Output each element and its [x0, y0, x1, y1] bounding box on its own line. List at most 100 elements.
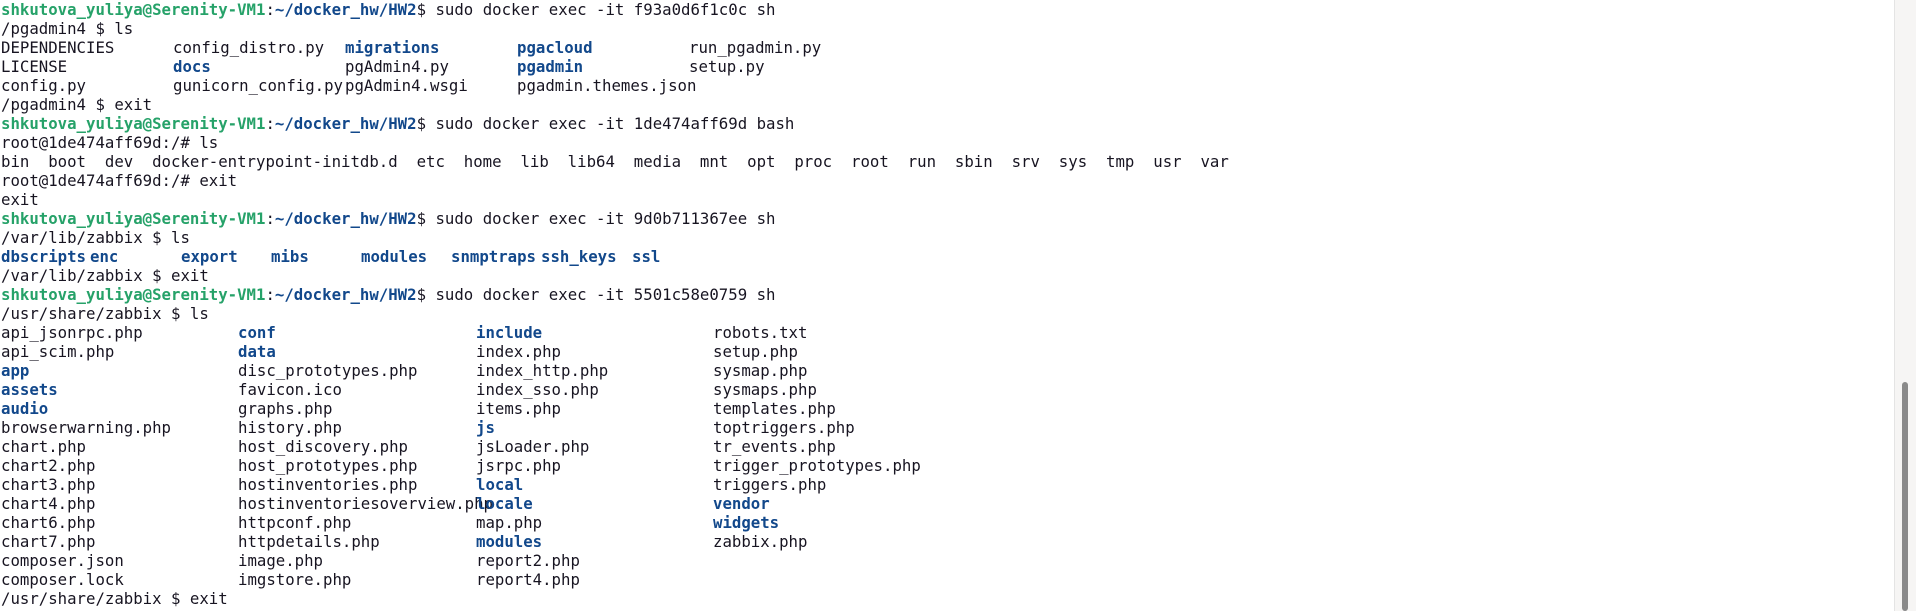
file-entry: composer.json [1, 551, 124, 570]
output-text: /pgadmin4 $ exit [1, 95, 153, 114]
output-line: /usr/share/zabbix $ exit [1, 589, 228, 608]
prompt-line: shkutova_yuliya@Serenity-VM1:~/docker_hw… [1, 0, 775, 19]
file-entry: api_jsonrpc.php [1, 323, 143, 342]
scrollbar-thumb[interactable] [1902, 382, 1908, 611]
file-entry: bin boot dev docker-entrypoint-initdb.d … [1, 152, 1229, 171]
file-entry: index_http.php [476, 361, 609, 380]
output-line: /var/lib/zabbix $ ls [1, 228, 190, 247]
file-entry: templates.php [713, 399, 836, 418]
output-text: root@1de474aff69d:/# exit [1, 171, 238, 190]
directory-entry: conf [238, 323, 276, 342]
directory-entry: docs [173, 57, 211, 76]
output-text: /pgadmin4 $ ls [1, 19, 134, 38]
directory-entry: include [476, 323, 543, 342]
prompt-user-host: shkutova_yuliya@Serenity-VM1 [1, 114, 266, 133]
output-text: root@1de474aff69d:/# ls [1, 133, 219, 152]
file-entry: tr_events.php [713, 437, 836, 456]
vertical-scrollbar[interactable] [1894, 0, 1916, 611]
file-entry: config.py [1, 76, 87, 95]
output-line: /usr/share/zabbix $ ls [1, 304, 209, 323]
directory-entry: ssl [632, 247, 661, 266]
directory-entry: audio [1, 399, 49, 418]
file-entry: jsrpc.php [476, 456, 562, 475]
output-line: root@1de474aff69d:/# exit [1, 171, 237, 190]
directory-entry: vendor [713, 494, 770, 513]
prompt-user-host: shkutova_yuliya@Serenity-VM1 [1, 209, 266, 228]
file-entry: pgadmin.themes.json [517, 76, 697, 95]
directory-entry: modules [361, 247, 428, 266]
prompt-separator: : [265, 114, 275, 133]
directory-entry: ssh_keys [541, 247, 617, 266]
directory-entry: snmptraps [451, 247, 537, 266]
file-entry: favicon.ico [238, 380, 342, 399]
output-text: exit [1, 190, 39, 209]
file-entry: DEPENDENCIES [1, 38, 115, 57]
terminal-output[interactable]: shkutova_yuliya@Serenity-VM1:~/docker_hw… [1, 0, 1894, 611]
directory-entry: pgadmin [517, 57, 584, 76]
prompt-separator: : [265, 285, 275, 304]
directory-entry: locale [476, 494, 533, 513]
file-entry: chart2.php [1, 456, 96, 475]
file-entry: httpconf.php [238, 513, 352, 532]
file-entry: host_prototypes.php [238, 456, 418, 475]
file-entry: robots.txt [713, 323, 808, 342]
file-entry: host_discovery.php [238, 437, 409, 456]
directory-entry: dbscripts [1, 247, 87, 266]
output-line: /pgadmin4 $ exit [1, 95, 152, 114]
directory-entry: modules [476, 532, 543, 551]
file-entry: image.php [238, 551, 324, 570]
output-line: exit [1, 190, 39, 209]
directory-entry: pgacloud [517, 38, 593, 57]
file-entry: setup.php [713, 342, 799, 361]
prompt-path: ~/docker_hw/HW2 [274, 0, 417, 19]
prompt-line: shkutova_yuliya@Serenity-VM1:~/docker_hw… [1, 209, 775, 228]
file-entry: config_distro.py [173, 38, 325, 57]
file-entry: graphs.php [238, 399, 333, 418]
file-entry: hostinventoriesoverview.php [238, 494, 494, 513]
file-entry: chart4.php [1, 494, 96, 513]
file-entry: chart.php [1, 437, 87, 456]
file-entry: LICENSE [1, 57, 68, 76]
file-entry: pgAdmin4.py [345, 57, 449, 76]
directory-entry: export [181, 247, 238, 266]
directory-entry: assets [1, 380, 58, 399]
file-entry: history.php [238, 418, 342, 437]
file-entry: sysmap.php [713, 361, 808, 380]
file-entry: chart3.php [1, 475, 96, 494]
file-entry: toptriggers.php [713, 418, 855, 437]
output-line: root@1de474aff69d:/# ls [1, 133, 218, 152]
command-text: $ sudo docker exec -it 1de474aff69d bash [416, 114, 795, 133]
output-line: /var/lib/zabbix $ exit [1, 266, 209, 285]
file-entry: httpdetails.php [238, 532, 380, 551]
command-text: $ sudo docker exec -it f93a0d6f1c0c sh [416, 0, 776, 19]
output-line: /pgadmin4 $ ls [1, 19, 133, 38]
file-entry: index.php [476, 342, 562, 361]
output-text: /usr/share/zabbix $ ls [1, 304, 209, 323]
directory-entry: data [238, 342, 276, 361]
file-entry: disc_prototypes.php [238, 361, 418, 380]
file-entry: report2.php [476, 551, 580, 570]
file-entry: triggers.php [713, 475, 827, 494]
prompt-line: shkutova_yuliya@Serenity-VM1:~/docker_hw… [1, 285, 775, 304]
file-entry: hostinventories.php [238, 475, 418, 494]
file-entry: composer.lock [1, 570, 124, 589]
directory-entry: mibs [271, 247, 309, 266]
file-entry: report4.php [476, 570, 580, 589]
file-entry: imgstore.php [238, 570, 352, 589]
directory-entry: app [1, 361, 30, 380]
file-entry: api_scim.php [1, 342, 115, 361]
file-entry: zabbix.php [713, 532, 808, 551]
output-text: /var/lib/zabbix $ exit [1, 266, 209, 285]
directory-entry: widgets [713, 513, 780, 532]
prompt-path: ~/docker_hw/HW2 [274, 285, 417, 304]
file-entry: pgAdmin4.wsgi [345, 76, 468, 95]
file-entry: map.php [476, 513, 543, 532]
prompt-line: shkutova_yuliya@Serenity-VM1:~/docker_hw… [1, 114, 794, 133]
file-entry: items.php [476, 399, 562, 418]
prompt-user-host: shkutova_yuliya@Serenity-VM1 [1, 0, 266, 19]
file-entry: chart7.php [1, 532, 96, 551]
file-entry: setup.py [689, 57, 765, 76]
prompt-user-host: shkutova_yuliya@Serenity-VM1 [1, 285, 266, 304]
file-entry: trigger_prototypes.php [713, 456, 921, 475]
output-text: /var/lib/zabbix $ ls [1, 228, 190, 247]
